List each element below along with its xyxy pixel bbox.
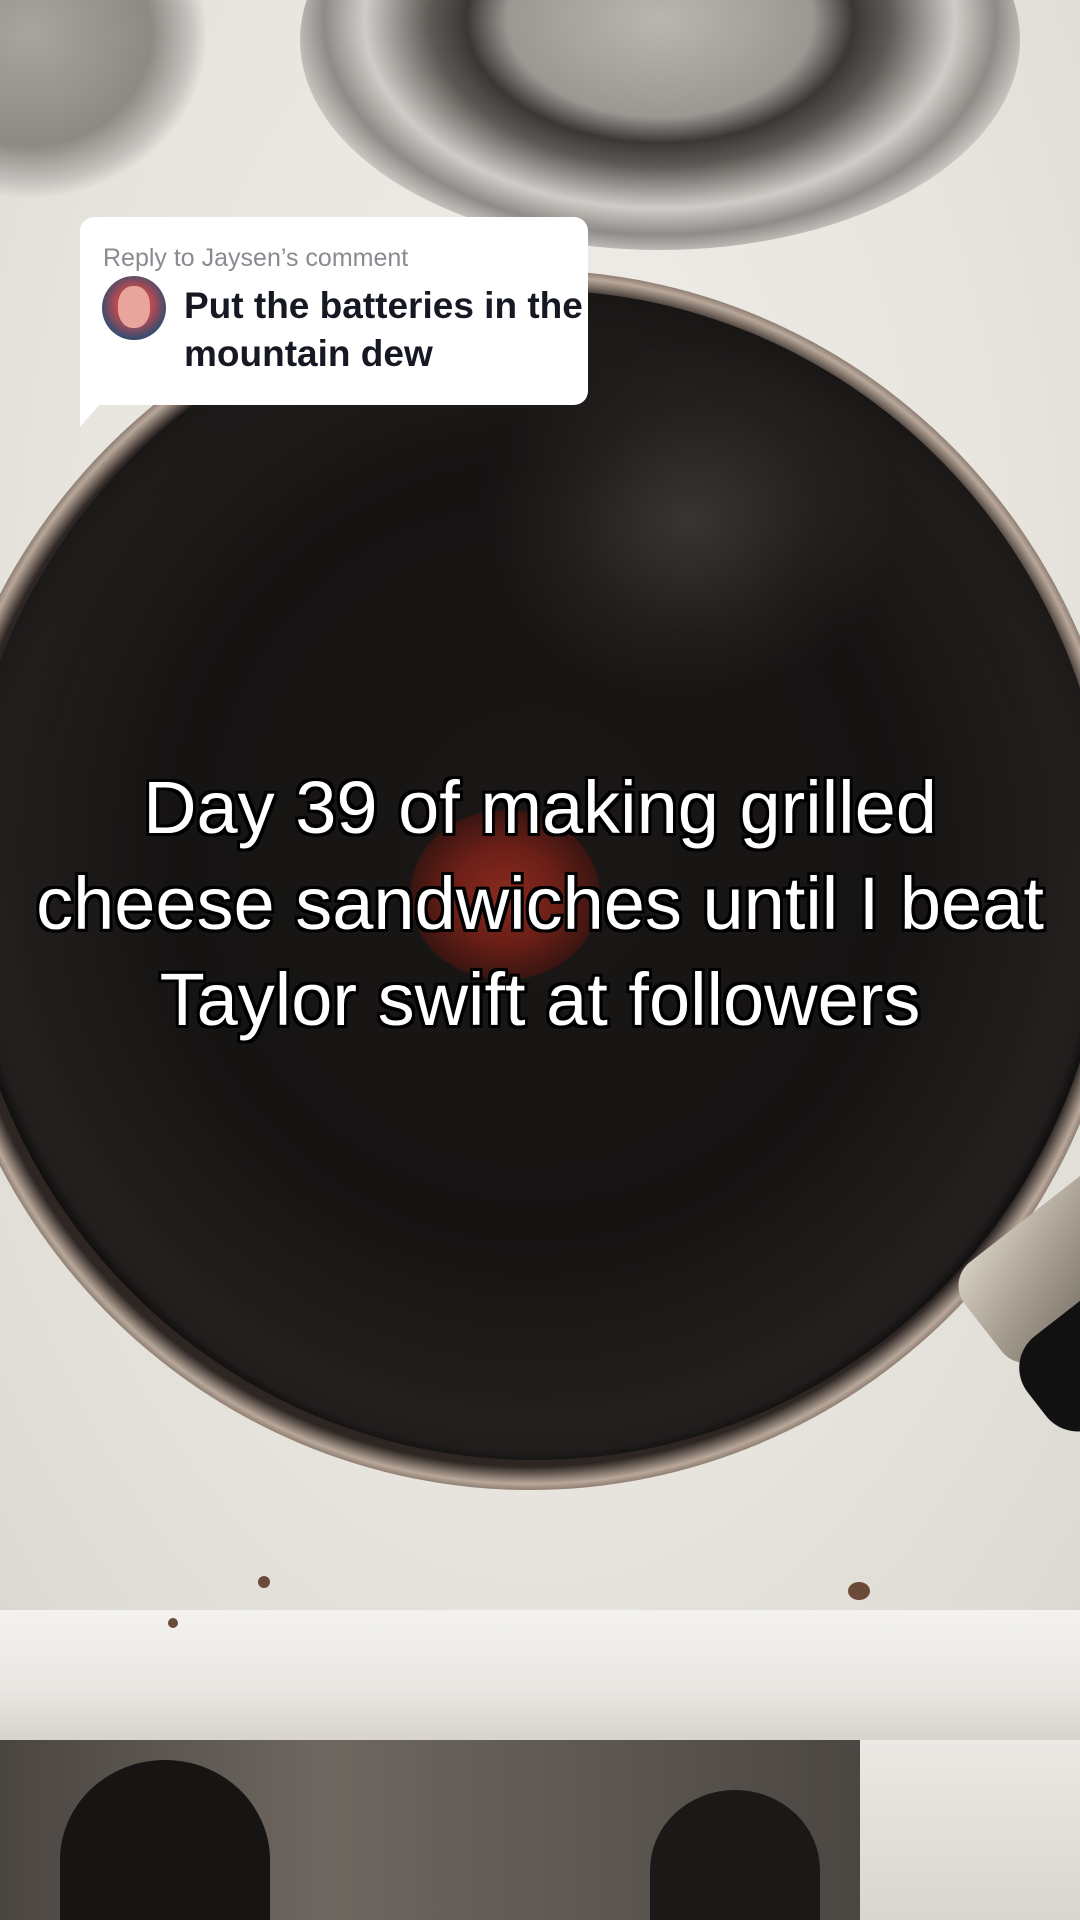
reply-comment-text: Put the batteries in the mountain dew xyxy=(184,285,583,374)
stove-front-edge xyxy=(0,1610,1080,1740)
avatar-face xyxy=(118,286,150,328)
crumb xyxy=(168,1618,178,1628)
reply-header: Reply to Jaysen’s comment xyxy=(103,244,409,272)
avatar[interactable] xyxy=(102,276,166,340)
video-caption: Day 39 of making grilled cheese sandwich… xyxy=(36,766,1044,1041)
reply-bubble-tail xyxy=(80,395,108,427)
cabinet xyxy=(860,1740,1080,1920)
crumb xyxy=(848,1582,870,1600)
crumb xyxy=(258,1576,270,1588)
video-frame[interactable]: Reply to Jaysen’s comment Put the batter… xyxy=(0,0,1080,1920)
